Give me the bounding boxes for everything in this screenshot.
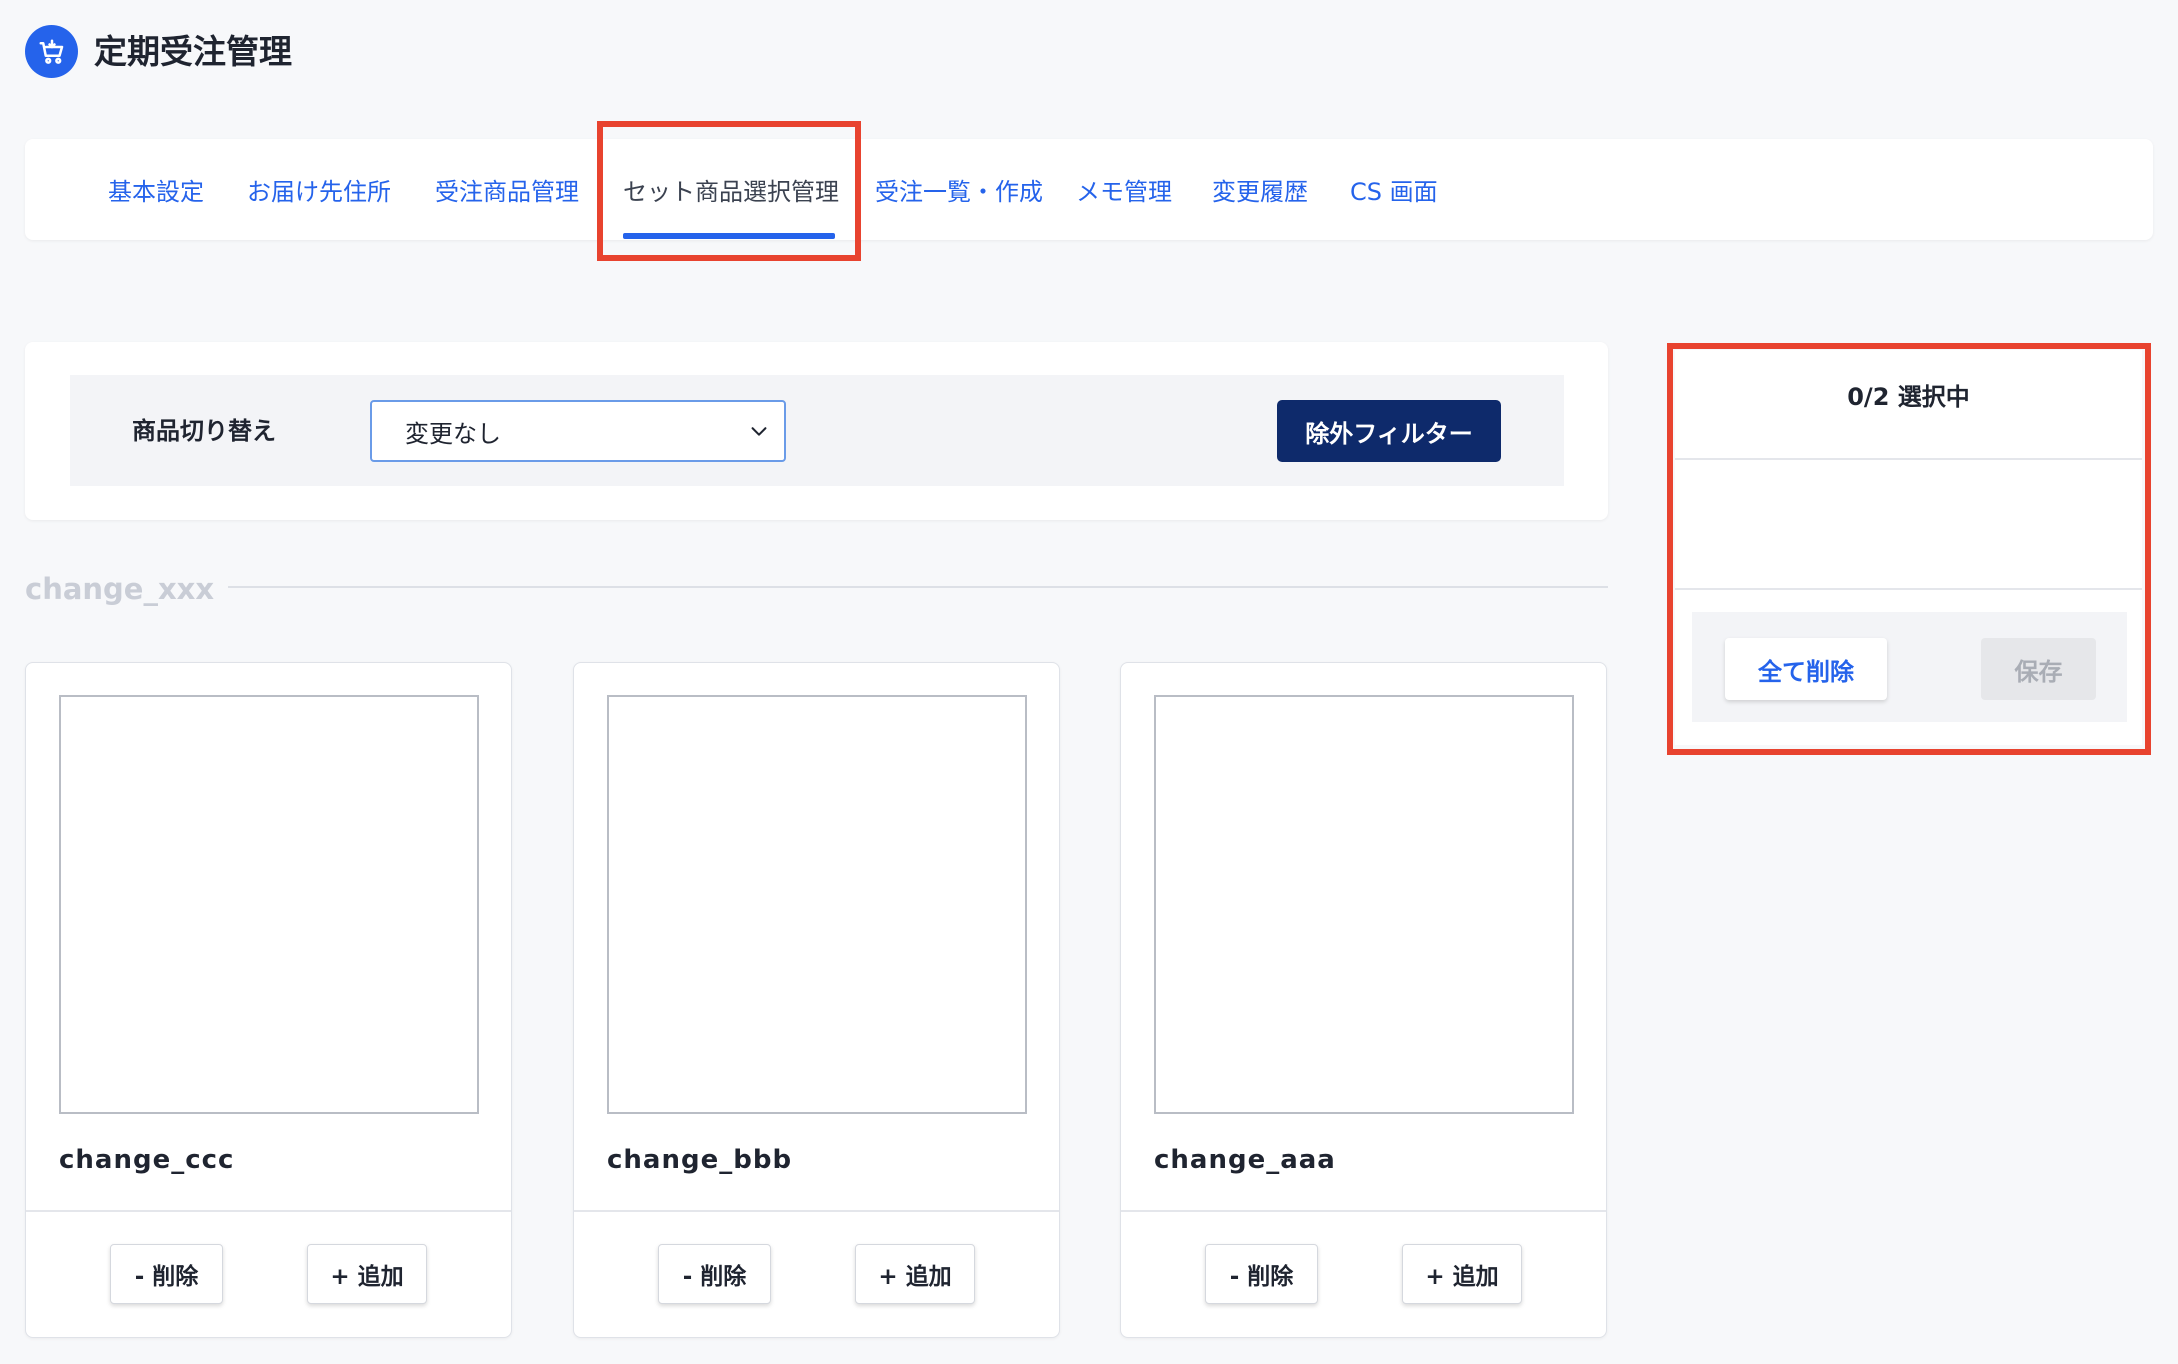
section-title: change_xxx — [25, 572, 215, 606]
remove-button[interactable]: - 削除 — [658, 1244, 771, 1304]
product-name: change_bbb — [607, 1145, 793, 1175]
tab-order-products[interactable]: 受注商品管理 — [435, 139, 579, 240]
add-button[interactable]: + 追加 — [307, 1244, 427, 1304]
page-title: 定期受注管理 — [94, 32, 292, 71]
tab-cs-screen[interactable]: CS 画面 — [1350, 139, 1438, 240]
tab-bar: 基本設定 お届け先住所 受注商品管理 セット商品選択管理 受注一覧・作成 メモ管… — [25, 139, 2153, 240]
product-name: change_ccc — [59, 1145, 235, 1175]
select-value: 変更なし — [405, 419, 501, 448]
product-card: change_ccc - 削除 + 追加 — [25, 662, 512, 1338]
tab-memo[interactable]: メモ管理 — [1076, 139, 1172, 240]
section-divider — [228, 586, 1608, 588]
product-card: change_bbb - 削除 + 追加 — [573, 662, 1060, 1338]
product-name: change_aaa — [1154, 1145, 1336, 1175]
cart-icon — [39, 39, 63, 64]
tab-order-list[interactable]: 受注一覧・作成 — [875, 139, 1043, 240]
card-divider — [1121, 1210, 1606, 1212]
tab-basic-settings[interactable]: 基本設定 — [108, 139, 204, 240]
remove-button[interactable]: - 削除 — [110, 1244, 223, 1304]
product-switch-select[interactable]: 変更なし — [370, 400, 786, 462]
app-logo — [25, 25, 78, 78]
remove-button[interactable]: - 削除 — [1205, 1244, 1318, 1304]
tab-change-history[interactable]: 変更履歴 — [1212, 139, 1308, 240]
card-divider — [26, 1210, 511, 1212]
add-button[interactable]: + 追加 — [855, 1244, 975, 1304]
product-image — [59, 695, 479, 1114]
highlight-box-panel — [1667, 343, 2151, 755]
product-image — [607, 695, 1027, 1114]
highlight-box-tab — [597, 121, 861, 261]
product-switch-label: 商品切り替え — [132, 417, 276, 445]
card-divider — [574, 1210, 1059, 1212]
product-card: change_aaa - 削除 + 追加 — [1120, 662, 1607, 1338]
chevron-down-icon — [751, 427, 767, 436]
add-button[interactable]: + 追加 — [1402, 1244, 1522, 1304]
exclude-filter-button[interactable]: 除外フィルター — [1277, 400, 1501, 462]
product-image — [1154, 695, 1574, 1114]
tab-delivery-address[interactable]: お届け先住所 — [247, 139, 391, 240]
